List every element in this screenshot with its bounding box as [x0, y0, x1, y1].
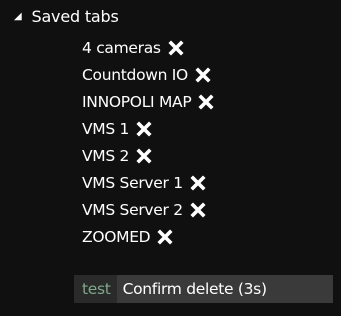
saved-tab-label[interactable]: ZOOMED	[82, 228, 151, 246]
saved-tab-item[interactable]: VMS Server 1	[82, 172, 215, 195]
saved-tab-label[interactable]: 4 cameras	[82, 39, 161, 57]
saved-tab-item[interactable]: VMS 2	[82, 145, 215, 168]
pending-delete-tab-label: test	[82, 280, 111, 298]
saved-tabs-group-label: Saved tabs	[31, 6, 119, 26]
saved-tab-item[interactable]: INNOPOLI MAP	[82, 90, 215, 113]
saved-tab-label[interactable]: Countdown IO	[82, 66, 188, 84]
pending-delete-row: test Confirm delete (3s)	[74, 275, 333, 303]
saved-tab-item[interactable]: 4 cameras	[82, 36, 215, 59]
close-icon[interactable]	[189, 201, 207, 219]
triangle-down-icon[interactable]: ◢	[14, 11, 22, 22]
saved-tabs-panel: ◢ Saved tabs 4 cameras Countdown IO INNO…	[0, 0, 341, 316]
close-icon[interactable]	[135, 120, 153, 138]
saved-tab-label[interactable]: VMS 1	[82, 120, 129, 138]
close-icon[interactable]	[156, 228, 174, 246]
saved-tab-label[interactable]: VMS Server 2	[82, 201, 183, 219]
close-icon[interactable]	[194, 66, 212, 84]
saved-tab-label[interactable]: VMS Server 1	[82, 174, 183, 192]
confirm-delete-button[interactable]: Confirm delete (3s)	[116, 275, 333, 303]
close-icon[interactable]	[189, 174, 207, 192]
saved-tabs-group-header[interactable]: ◢ Saved tabs	[14, 4, 119, 28]
saved-tab-item[interactable]: VMS Server 2	[82, 199, 215, 222]
saved-tab-item[interactable]: ZOOMED	[82, 226, 215, 249]
close-icon[interactable]	[135, 147, 153, 165]
saved-tab-label[interactable]: VMS 2	[82, 147, 129, 165]
saved-tab-item[interactable]: VMS 1	[82, 117, 215, 140]
saved-tab-list: 4 cameras Countdown IO INNOPOLI MAP VMS …	[82, 36, 215, 253]
close-icon[interactable]	[167, 39, 185, 57]
saved-tab-item[interactable]: Countdown IO	[82, 63, 215, 86]
saved-tab-label[interactable]: INNOPOLI MAP	[82, 93, 192, 111]
close-icon[interactable]	[197, 93, 215, 111]
